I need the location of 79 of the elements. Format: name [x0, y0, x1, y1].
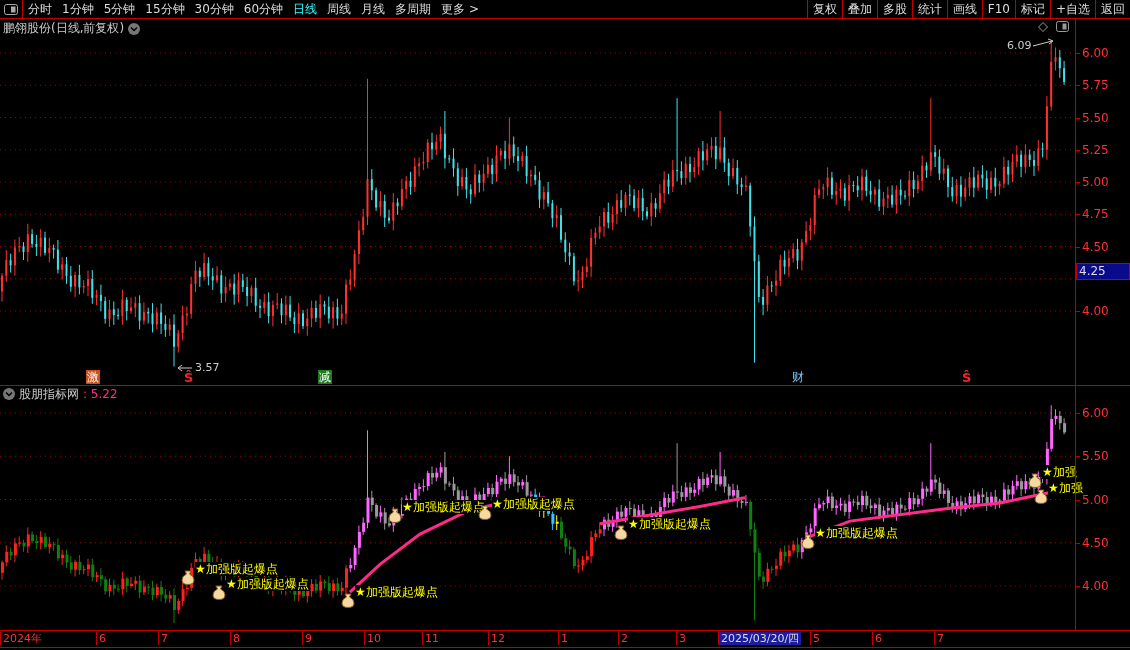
low-price-label: 3.57 — [195, 361, 220, 374]
money-bag-icon — [212, 585, 226, 600]
axis-label: 6.00 — [1082, 406, 1109, 420]
date-label: 7 — [158, 632, 170, 645]
panel-toggle-icon[interactable] — [1056, 21, 1069, 32]
period-tab[interactable]: 60分钟 — [238, 0, 289, 18]
period-tab[interactable]: 30分钟 — [189, 0, 239, 18]
axis-label: 5.50 — [1082, 110, 1109, 125]
signal-label: ★加强版起爆点 — [195, 562, 278, 576]
axis-label: 4.50 — [1082, 535, 1109, 550]
date-label: 9 — [302, 632, 314, 645]
date-label: 8 — [230, 632, 242, 645]
period-tab[interactable]: 日线 — [288, 0, 323, 18]
axis-label: 4.75 — [1082, 207, 1109, 222]
collapse-icon[interactable] — [3, 388, 15, 400]
current-price-label: 4.25 — [1076, 262, 1130, 280]
signal-label: ★加强版起爆点 — [492, 497, 575, 511]
axis-label: 5.25 — [1082, 142, 1109, 157]
diamond-icon[interactable] — [1038, 21, 1048, 32]
axis-label: 5.00 — [1082, 175, 1109, 189]
signal-label: ★加强版起爆点 — [226, 577, 309, 591]
period-tab[interactable]: 月线 — [356, 0, 391, 18]
toolbar-button[interactable]: F10 — [981, 0, 1015, 18]
date-label: 6 — [96, 632, 108, 645]
sell-signal[interactable]: Ŝ — [962, 370, 972, 385]
arrow-icon — [1032, 38, 1054, 47]
toolbar-button[interactable]: +自选 — [1049, 0, 1095, 18]
axis-label: 5.00 — [1082, 492, 1109, 507]
date-label: 3 — [676, 632, 688, 645]
chart-title: 鹏翎股份(日线,前复权) — [3, 20, 125, 37]
finance-marker[interactable]: 财 — [792, 370, 804, 384]
signal-label: ★加强版起爆点 — [628, 517, 711, 531]
axis-label: 4.50 — [1082, 239, 1109, 254]
date-label: 2025/03/20/四 — [718, 632, 802, 645]
arrow-icon — [177, 364, 193, 372]
axis-label: 6.00 — [1082, 46, 1109, 60]
money-bag-icon — [388, 508, 402, 523]
period-tab[interactable]: 15分钟 — [140, 0, 190, 18]
indicator-title: 股朋指标网 — [19, 385, 79, 403]
date-label: 6 — [872, 632, 884, 645]
signal-label: ★加强版起爆点 — [815, 526, 898, 540]
event-tag[interactable]: 激 — [86, 370, 100, 384]
date-label: 11 — [422, 632, 441, 645]
axis-label: 5.75 — [1082, 78, 1109, 93]
date-label: 2 — [618, 632, 630, 645]
date-label: 5 — [810, 632, 822, 645]
toolbar-button[interactable]: 叠加 — [841, 0, 877, 18]
high-price-label: 6.09 — [1007, 39, 1032, 52]
axis-label: 5.50 — [1082, 449, 1109, 464]
date-label: 7 — [934, 632, 946, 645]
axis-label: 4.00 — [1082, 304, 1109, 318]
period-tab[interactable]: 更多 > — [436, 0, 484, 18]
money-bag-icon — [181, 570, 195, 585]
period-tab[interactable]: 分时 — [23, 0, 57, 18]
axis-label: 4.00 — [1082, 579, 1109, 593]
event-tag[interactable]: 减 — [318, 370, 332, 384]
toolbar-button[interactable]: 标记 — [1014, 0, 1050, 18]
toolbar-button[interactable]: 复权 — [806, 0, 842, 18]
money-bag-icon — [341, 593, 355, 608]
period-tab[interactable]: 5分钟 — [98, 0, 141, 18]
money-bag-icon — [1028, 473, 1042, 488]
period-tab[interactable]: 多周期 — [390, 0, 437, 18]
date-label: 12 — [488, 632, 507, 645]
indicator-value: : 5.22 — [83, 387, 118, 401]
money-bag-icon — [801, 534, 815, 549]
money-bag-icon — [1034, 489, 1048, 504]
period-tab[interactable]: 周线 — [322, 0, 357, 18]
signal-label: ★加强版起爆点 — [355, 585, 438, 599]
date-label: 2024年 — [0, 632, 44, 645]
toolbar-button[interactable]: 多股 — [876, 0, 912, 18]
dropdown-icon[interactable] — [128, 22, 141, 35]
toolbar-button[interactable]: 画线 — [946, 0, 982, 18]
sell-signal[interactable]: Ŝ — [184, 370, 194, 385]
toolbar-button[interactable]: 返回 — [1095, 0, 1130, 18]
date-label: 10 — [364, 632, 383, 645]
toolbar-button[interactable]: 统计 — [911, 0, 947, 18]
money-bag-icon — [614, 525, 628, 540]
date-label: 1 — [558, 632, 570, 645]
period-tab[interactable]: 1分钟 — [57, 0, 99, 18]
